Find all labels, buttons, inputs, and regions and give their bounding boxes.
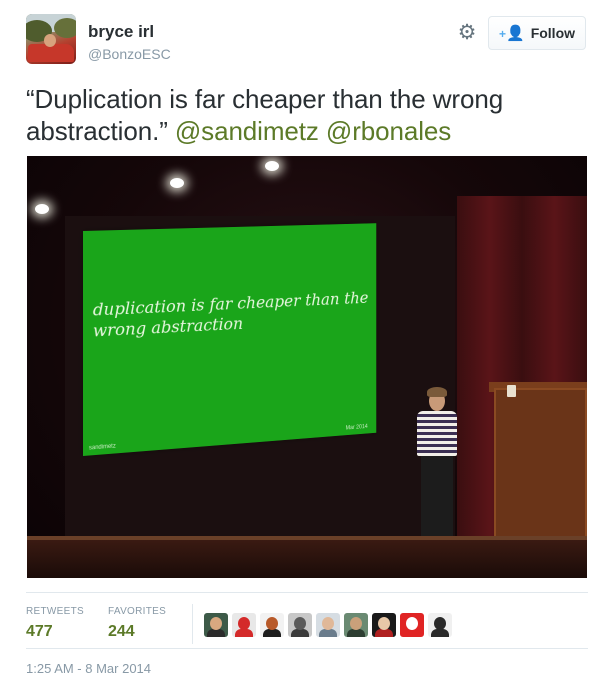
- stage-floor: [27, 540, 587, 578]
- favorites-stat[interactable]: FAVORITES 244: [108, 606, 166, 641]
- tweet-text: “Duplication is far cheaper than the wro…: [26, 83, 586, 147]
- slide-footer-right: Mar 2014: [345, 424, 368, 432]
- tweet-photo[interactable]: duplication is far cheaper than the wron…: [27, 156, 587, 578]
- favoriter-avatar-7[interactable]: [372, 613, 396, 637]
- avatar-head: [238, 617, 250, 630]
- avatar-face: [44, 34, 56, 47]
- follow-button-label: Follow: [530, 25, 576, 41]
- stage-light: [35, 204, 49, 214]
- avatar-body: [403, 629, 421, 637]
- presentation-slide: duplication is far cheaper than the wron…: [83, 223, 377, 456]
- tweet-header: bryce irl @BonzoESC ⚙ +👤 Follow: [26, 14, 588, 66]
- avatar-head: [210, 617, 222, 630]
- podium: [494, 388, 587, 538]
- avatar-body: [347, 629, 365, 637]
- avatar-head: [378, 617, 390, 630]
- user-handle[interactable]: @BonzoESC: [88, 46, 171, 62]
- avatar-body: [291, 629, 309, 637]
- tweet-timestamp[interactable]: 1:25 AM - 8 Mar 2014: [26, 661, 151, 676]
- favorites-count: 244: [108, 623, 135, 640]
- tweet-stats: RETWEETS 477 FAVORITES 244: [26, 592, 588, 646]
- speaker-hair: [427, 387, 447, 397]
- follow-button[interactable]: +👤 Follow: [488, 16, 586, 50]
- avatar-head: [322, 617, 334, 630]
- favoriter-avatar-1[interactable]: [204, 613, 228, 637]
- mention-link[interactable]: @sandimetz: [175, 116, 319, 146]
- favoriter-avatar-9[interactable]: [428, 613, 452, 637]
- favoriter-avatar-5[interactable]: [316, 613, 340, 637]
- avatar-head: [406, 617, 418, 630]
- favoriter-avatar-4[interactable]: [288, 613, 312, 637]
- avatar-body: [235, 629, 253, 637]
- divider: [26, 592, 588, 593]
- avatar-body: [319, 629, 337, 637]
- divider: [192, 604, 193, 644]
- avatar-tree-2: [54, 18, 76, 38]
- favoriter-avatar-8[interactable]: [400, 613, 424, 637]
- favoriters-avatars: [204, 613, 452, 637]
- slide-text: duplication is far cheaper than the wron…: [92, 288, 369, 342]
- user-display-name[interactable]: bryce irl: [88, 22, 154, 42]
- retweets-label: RETWEETS: [26, 606, 84, 617]
- mention-link[interactable]: @rbonales: [326, 116, 451, 146]
- stage-light: [170, 178, 184, 188]
- avatar-head: [434, 617, 446, 630]
- avatar-head: [266, 617, 278, 630]
- avatar-body: [263, 629, 281, 637]
- favoriter-avatar-2[interactable]: [232, 613, 256, 637]
- favoriter-avatar-6[interactable]: [344, 613, 368, 637]
- cup: [507, 385, 516, 397]
- avatar-body: [375, 629, 393, 637]
- stage-light: [265, 161, 279, 171]
- favorites-label: FAVORITES: [108, 606, 167, 617]
- speaker-shirt: [417, 411, 457, 456]
- gear-icon[interactable]: ⚙: [456, 22, 478, 44]
- avatar-body: [431, 629, 449, 637]
- speaker-legs: [421, 456, 453, 544]
- slide-footer-left: sandimetz: [88, 443, 116, 452]
- divider: [26, 648, 588, 649]
- retweets-stat[interactable]: RETWEETS 477: [26, 606, 84, 641]
- user-avatar[interactable]: [26, 14, 76, 64]
- avatar-head: [350, 617, 362, 630]
- retweets-count: 477: [26, 623, 53, 640]
- avatar-head: [294, 617, 306, 630]
- favoriter-avatar-3[interactable]: [260, 613, 284, 637]
- follow-person-icon: +👤: [498, 25, 525, 42]
- avatar-body: [207, 629, 225, 637]
